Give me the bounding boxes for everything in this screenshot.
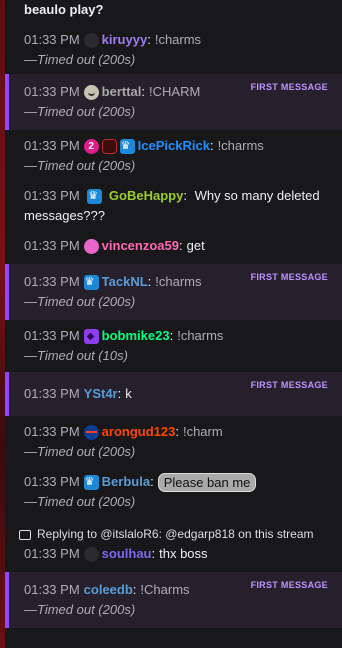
username[interactable]: kiruyyy [102,30,148,50]
timeout-notice: Timed out (200s) [37,104,136,119]
message-text: !charms [217,138,264,153]
timeout-notice: Timed out (200s) [37,602,136,617]
reply-icon [19,529,31,540]
pink-icon[interactable] [83,238,99,254]
timestamp: 01:33 PM [24,424,80,439]
message-text: thx boss [159,546,208,561]
timeout-notice: Timed out (200s) [37,444,136,459]
message-text: k [125,386,132,401]
colon: : [150,474,154,489]
username[interactable]: soulhau [102,544,152,564]
username[interactable]: coleedb [84,580,133,600]
first-message-label: FIRST MESSAGE [250,272,328,282]
username[interactable]: YSt4r [84,384,118,404]
timeout-prefix: — [24,104,37,119]
chat-message: 01:33 PM kiruyyy: !charms —Timed out (20… [5,26,342,74]
timestamp: 01:33 PM [24,546,80,561]
crown-icon[interactable] [83,472,99,492]
timeout-prefix: — [24,494,37,509]
timeout-prefix: — [24,444,37,459]
crown-icon[interactable] [87,186,103,206]
message-text: !charm [182,424,223,439]
face-icon[interactable] [83,84,99,100]
timestamp: 01:33 PM [24,582,80,597]
first-message-label: FIRST MESSAGE [250,380,328,390]
timeout-notice: Timed out (200s) [37,52,136,67]
colon: : [178,238,183,253]
timestamp: 01:33 PM [24,32,80,47]
message-text: !charms [155,274,202,289]
timeout-notice: Timed out (200s) [37,158,136,173]
chat-message: 01:33 PM arongud123: !charm —Timed out (… [5,416,342,466]
timeout-prefix: — [24,52,37,67]
reply-text: Replying to @itslaloR6: @edgarp818 on th… [37,527,314,541]
colon: : [169,328,174,343]
diamond-icon[interactable] [83,327,99,347]
message-text: get [186,238,205,253]
emote-icon[interactable] [83,546,99,562]
username[interactable]: berttal [102,82,142,102]
username[interactable]: bobmike23 [102,326,170,346]
chat-message-reply: Replying to @itslaloR6: @edgarp818 on th… [5,518,342,568]
hex-icon[interactable] [101,138,117,154]
colon: : [141,84,146,99]
first-message-label: FIRST MESSAGE [250,82,328,92]
chat-log[interactable]: beaulo play? 01:33 PM kiruyyy: !charms —… [5,0,342,628]
timestamp: 01:33 PM [24,138,80,153]
crown-icon[interactable] [83,272,99,292]
chat-message-first: FIRST MESSAGE 01:33 PM YSt4r: k [5,372,342,416]
timeout-prefix: — [24,158,37,173]
timeout-notice: Timed out (200s) [37,494,136,509]
timestamp: 01:33 PM [24,84,80,99]
timestamp: 01:33 PM [24,274,80,289]
timeout-prefix: — [24,294,37,309]
chat-message-first: FIRST MESSAGE 01:33 PM coleedb: !Charms … [5,572,342,628]
two-icon[interactable]: 2 [83,138,99,154]
message-text: beaulo play? [24,2,104,17]
colon: : [147,32,151,47]
timeout-notice: Timed out (200s) [37,294,136,309]
reply-context[interactable]: Replying to @itslaloR6: @edgarp818 on th… [19,524,332,544]
chat-message: 01:33 PM GoBeHappy: Why so many deleted … [5,180,342,232]
username[interactable]: IcePickRick [138,136,210,156]
chat-message: beaulo play? [5,0,342,26]
first-message-label: FIRST MESSAGE [250,580,328,590]
timestamp: 01:33 PM [24,474,80,489]
chat-message: 01:33 PM 2 IcePickRick: !charms —Timed o… [5,130,342,180]
timestamp: 01:33 PM [24,238,80,253]
emote-icon[interactable] [83,32,99,48]
crown-icon[interactable] [119,136,135,156]
username[interactable]: arongud123 [102,422,176,442]
timeout-prefix: — [24,348,37,363]
please-ban-me-emote[interactable]: Please ban me [157,472,257,492]
chat-message-first: FIRST MESSAGE 01:33 PM berttal: !CHARM —… [5,74,342,130]
chat-message: 01:33 PM Berbula: Please ban me —Timed o… [5,466,342,518]
message-text: !charms [177,328,224,343]
username[interactable]: vincenzoa59 [102,236,179,256]
colon: : [183,188,187,203]
colon: : [209,138,214,153]
username[interactable]: TackNL [102,272,148,292]
colon: : [132,582,137,597]
colon: : [147,274,152,289]
timestamp: 01:33 PM [24,328,80,343]
chat-message-first: FIRST MESSAGE 01:33 PM TackNL: !charms —… [5,264,342,320]
username[interactable]: Berbula [102,472,150,492]
message-text: !Charms [140,582,190,597]
timestamp: 01:33 PM [24,188,80,203]
colon: : [117,386,122,401]
colon: : [175,424,179,439]
username[interactable]: GoBeHappy [109,188,183,203]
nasa-icon[interactable] [83,424,99,440]
timeout-prefix: — [24,602,37,617]
chat-message: 01:33 PM vincenzoa59: get [5,232,342,264]
chat-message: 01:33 PM bobmike23: !charms —Timed out (… [5,320,342,372]
timestamp: 01:33 PM [24,386,80,401]
message-text: !CHARM [149,84,201,99]
message-text: !charms [154,32,202,47]
colon: : [151,546,156,561]
timeout-notice: Timed out (10s) [37,348,128,363]
